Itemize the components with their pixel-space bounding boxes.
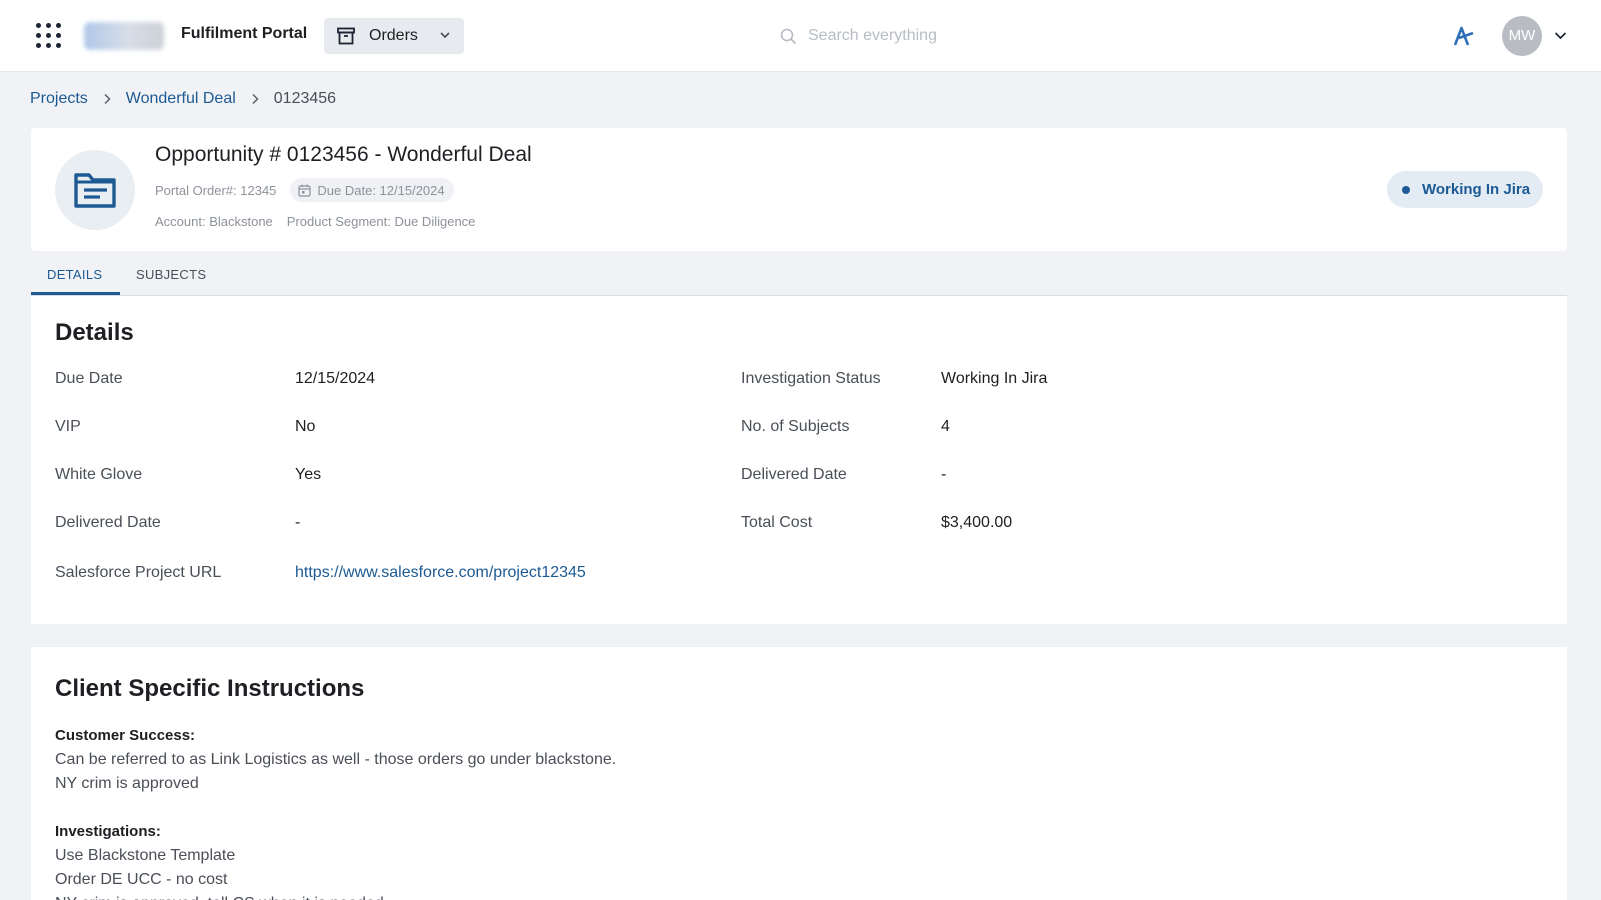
- portal-order-number: Portal Order#: 12345: [155, 182, 277, 198]
- instruction-line: Use Blackstone Template: [55, 847, 236, 864]
- field-label: White Glove: [55, 466, 143, 483]
- company-logo[interactable]: [84, 22, 164, 50]
- search-icon: [780, 28, 797, 45]
- chevron-down-icon: [440, 32, 450, 39]
- details-title: Details: [55, 319, 134, 346]
- folder-document-icon: [74, 173, 116, 208]
- user-avatar[interactable]: MW: [1502, 16, 1542, 56]
- client-instructions-card: Client Specific Instructions Customer Su…: [31, 647, 1567, 900]
- global-search: [776, 20, 1076, 52]
- product-segment: Product Segment: Due Diligence: [286, 214, 476, 229]
- instruction-line: NY crim is approved: [55, 775, 199, 792]
- tab-details[interactable]: DETAILS: [31, 255, 120, 295]
- account-name: Account: Blackstone: [155, 214, 273, 229]
- status-badge[interactable]: Working In Jira: [1387, 171, 1543, 208]
- instruction-line: Can be referred to as Link Logistics as …: [55, 751, 617, 768]
- chevron-right-icon: [104, 93, 111, 105]
- field-value-white-glove: Yes: [295, 466, 322, 483]
- opportunity-header-card: Opportunity # 0123456 - Wonderful Deal P…: [31, 128, 1567, 251]
- status-dot: [1402, 185, 1410, 194]
- field-label: Investigation Status: [741, 370, 881, 387]
- search-input[interactable]: [808, 24, 1068, 48]
- breadcrumb-project-name[interactable]: Wonderful Deal: [126, 90, 236, 108]
- field-value-investigation-status: Working In Jira: [941, 370, 1048, 387]
- field-label: Delivered Date: [741, 466, 847, 483]
- field-value-delivered-date-right: -: [941, 466, 947, 483]
- chevron-right-icon: [252, 93, 259, 105]
- instructions-title: Client Specific Instructions: [55, 675, 365, 702]
- calendar-icon: [298, 184, 312, 197]
- due-date-text: Due Date: 12/15/2024: [317, 182, 445, 198]
- field-value-due-date: 12/15/2024: [295, 370, 376, 387]
- brand-mark-icon[interactable]: [1452, 24, 1476, 48]
- breadcrumb-projects[interactable]: Projects: [30, 90, 88, 108]
- instruction-group: Investigations: Use Blackstone Template …: [55, 820, 955, 900]
- instructions-body: Customer Success: Can be referred to as …: [55, 724, 955, 900]
- tab-bar: DETAILS SUBJECTS: [31, 255, 1567, 296]
- details-card: Details Due Date 12/15/2024 VIP No White…: [31, 296, 1567, 624]
- module-selector-label: Orders: [369, 27, 418, 44]
- top-bar: Fulfilment Portal Orders MW: [0, 0, 1601, 72]
- archive-box-icon: [337, 27, 355, 45]
- opportunity-title: Opportunity # 0123456 - Wonderful Deal: [155, 143, 532, 166]
- field-label: Total Cost: [741, 514, 813, 531]
- field-label: No. of Subjects: [741, 418, 850, 435]
- field-label: Due Date: [55, 370, 123, 387]
- user-menu-chevron-down-icon[interactable]: [1553, 28, 1568, 43]
- breadcrumb-current: 0123456: [273, 90, 337, 107]
- instruction-line: Order DE UCC - no cost: [55, 871, 228, 888]
- opportunity-meta-secondary: Account: Blackstone Product Segment: Due …: [155, 214, 475, 229]
- instruction-line: NY crim is approved, tell CS when it is …: [55, 892, 955, 900]
- field-value-subject-count: 4: [941, 418, 950, 435]
- field-value-total-cost: $3,400.00: [941, 514, 1013, 531]
- module-selector[interactable]: Orders: [324, 18, 464, 54]
- field-value-delivered-date: -: [295, 514, 301, 531]
- instruction-group: Customer Success: Can be referred to as …: [55, 724, 955, 796]
- opportunity-badge: [55, 150, 135, 230]
- field-label: VIP: [55, 418, 81, 435]
- field-value-vip: No: [295, 418, 316, 435]
- due-date-chip: Due Date: 12/15/2024: [290, 178, 454, 202]
- salesforce-url-link[interactable]: https://www.salesforce.com/project12345: [295, 564, 586, 582]
- instruction-heading: Customer Success:: [55, 727, 196, 744]
- tab-subjects[interactable]: SUBJECTS: [120, 255, 222, 295]
- field-label: Salesforce Project URL: [55, 564, 222, 581]
- status-label: Working In Jira: [1422, 181, 1531, 198]
- apps-grid-icon[interactable]: [36, 23, 62, 49]
- field-label: Delivered Date: [55, 514, 161, 531]
- opportunity-meta: Portal Order#: 12345 Due Date: 12/15/202…: [155, 178, 454, 202]
- breadcrumb: Projects Wonderful Deal 0123456: [30, 89, 336, 109]
- app-title: Fulfilment Portal: [181, 25, 308, 42]
- instruction-heading: Investigations:: [55, 823, 161, 840]
